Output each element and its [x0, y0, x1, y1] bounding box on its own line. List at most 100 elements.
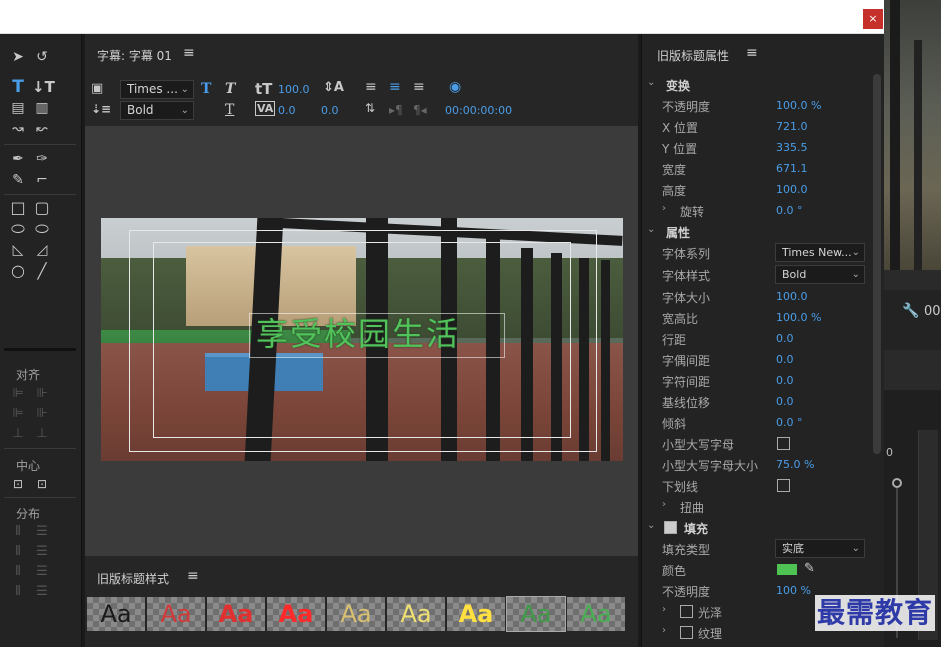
- rotation-value[interactable]: 0.0 °: [776, 204, 803, 217]
- prop-label: 宽度: [662, 163, 687, 177]
- chevron-down-icon: ⌄: [647, 77, 656, 88]
- rotation-tool-icon[interactable]: ↺: [32, 48, 52, 66]
- kerning-value[interactable]: 0.0: [278, 104, 296, 117]
- close-button[interactable]: ×: [863, 9, 883, 29]
- tab-alignment-icon[interactable]: ⇅: [365, 101, 375, 115]
- width-value[interactable]: 671.1: [776, 162, 808, 175]
- add-anchor-tool-icon[interactable]: ✎: [8, 171, 28, 189]
- fill-color-swatch[interactable]: [777, 564, 797, 575]
- aspect-value[interactable]: 100.0 %: [776, 311, 821, 324]
- texture-checkbox[interactable]: [680, 626, 693, 639]
- style-swatch[interactable]: Aa: [267, 597, 325, 631]
- ellipse-tool-icon[interactable]: ○: [8, 262, 28, 280]
- rounded-corner-tool-icon[interactable]: ⬭: [32, 220, 52, 238]
- font-size-value[interactable]: 100.0: [776, 290, 808, 303]
- align-left-text-icon[interactable]: ≡: [365, 79, 377, 95]
- background-photo-bar: [914, 40, 922, 270]
- clipped-rectangle-tool-icon[interactable]: ⬭: [8, 220, 28, 238]
- show-background-icon[interactable]: ◉: [449, 79, 461, 95]
- chevron-down-icon: ⌄: [180, 105, 189, 116]
- align-center-text-icon[interactable]: ≡: [389, 79, 401, 95]
- prop-label: 字体样式: [662, 269, 711, 283]
- canvas-area[interactable]: 享受校园生活: [85, 126, 638, 556]
- opacity-value[interactable]: 100.0 %: [776, 99, 821, 112]
- timecode-value[interactable]: 00:00:00:00: [445, 104, 512, 117]
- tab-stops-icon[interactable]: ⇣≡: [91, 102, 111, 116]
- bold-icon[interactable]: T: [201, 81, 211, 97]
- font-family-dropdown[interactable]: Times New... ⌄: [775, 243, 865, 262]
- wedge-tool-icon[interactable]: ◺: [8, 241, 28, 259]
- style-swatch[interactable]: Aa: [327, 597, 385, 631]
- sheen-checkbox[interactable]: [680, 605, 693, 618]
- small-caps-size-value[interactable]: 75.0 %: [776, 458, 814, 471]
- style-swatch[interactable]: Aa: [567, 597, 625, 631]
- prop-label: 行距: [662, 333, 687, 347]
- align-right-text-icon[interactable]: ≡: [413, 79, 425, 95]
- pen-tool-icon[interactable]: ✒: [8, 150, 28, 168]
- y-position-value[interactable]: 335.5: [776, 141, 808, 154]
- font-style-dropdown[interactable]: Bold ⌄: [775, 265, 865, 284]
- style-swatch-label: Aa: [580, 600, 612, 628]
- underline-checkbox[interactable]: [777, 479, 790, 492]
- font-style-select[interactable]: Bold ⌄: [120, 101, 194, 120]
- path-type-tool-icon[interactable]: ↝: [8, 120, 28, 138]
- rectangle-tool-icon[interactable]: □: [8, 199, 28, 217]
- style-swatch[interactable]: Aa: [207, 597, 265, 631]
- font-size-icon: tT: [255, 80, 273, 98]
- fill-opacity-value[interactable]: 100 %: [776, 584, 811, 597]
- center-horizontal-icon[interactable]: ⊡: [8, 475, 28, 493]
- distort-row[interactable]: › 扭曲: [642, 496, 872, 517]
- fill-checkbox[interactable]: [664, 521, 677, 534]
- line-tool-icon[interactable]: ╱: [32, 262, 52, 280]
- transform-section[interactable]: ⌄ 变换: [642, 74, 872, 95]
- style-swatch[interactable]: Aa: [387, 597, 445, 631]
- style-swatch[interactable]: Aa: [87, 597, 145, 631]
- caption-text[interactable]: 享受校园生活: [256, 316, 501, 352]
- vertical-area-type-tool-icon[interactable]: ▥: [32, 99, 52, 117]
- convert-anchor-tool-icon[interactable]: ⌐: [32, 171, 52, 189]
- kerning-value[interactable]: 0.0: [776, 353, 794, 366]
- aspect-row: 宽高比 100.0 %: [642, 307, 872, 328]
- styles-panel-title: 旧版标题样式: [97, 572, 170, 586]
- style-swatch[interactable]: Aa: [447, 597, 505, 631]
- font-size-value[interactable]: 100.0: [278, 83, 310, 96]
- wrench-icon[interactable]: 🔧: [902, 303, 919, 319]
- rotation-row[interactable]: › 旋转 0.0 °: [642, 200, 872, 221]
- vertical-path-type-tool-icon[interactable]: ↜: [32, 120, 52, 138]
- rounded-rectangle-tool-icon[interactable]: ▢: [32, 199, 52, 217]
- tracking-value[interactable]: 0.0: [321, 104, 339, 117]
- arc-tool-icon[interactable]: ◿: [32, 241, 52, 259]
- fill-type-dropdown[interactable]: 实底 ⌄: [775, 539, 865, 558]
- type-tool-icon[interactable]: T: [8, 78, 28, 96]
- tracking-value[interactable]: 0.0: [776, 374, 794, 387]
- leading-value[interactable]: 0.0: [776, 332, 794, 345]
- delete-anchor-tool-icon[interactable]: ✑: [32, 150, 52, 168]
- x-position-row: X 位置 721.0: [642, 116, 872, 137]
- height-row: 高度 100.0: [642, 179, 872, 200]
- area-type-tool-icon[interactable]: ▤: [8, 99, 28, 117]
- attributes-section[interactable]: ⌄ 属性: [642, 221, 872, 242]
- underline-icon[interactable]: T: [225, 102, 234, 118]
- center-vertical-icon[interactable]: ⊡: [32, 475, 52, 493]
- font-family-select[interactable]: Times ... ⌄: [120, 80, 194, 99]
- fill-section[interactable]: ⌄ 填充: [642, 517, 872, 538]
- small-caps-checkbox[interactable]: [777, 437, 790, 450]
- styles-menu-icon[interactable]: ≡: [187, 568, 199, 584]
- style-swatch-selected[interactable]: Aa: [506, 596, 566, 632]
- selection-tool-icon[interactable]: ➤: [8, 48, 28, 66]
- slant-value[interactable]: 0.0 °: [776, 416, 803, 429]
- prop-label: 字体大小: [662, 291, 711, 305]
- properties-menu-icon[interactable]: ≡: [746, 45, 758, 61]
- eyedropper-icon[interactable]: ✎: [804, 561, 815, 576]
- editor-menu-icon[interactable]: ≡: [183, 45, 195, 61]
- slider-knob[interactable]: [892, 478, 902, 488]
- x-position-value[interactable]: 721.0: [776, 120, 808, 133]
- properties-scrollbar[interactable]: [873, 74, 881, 454]
- vertical-type-tool-icon[interactable]: ↓T: [32, 78, 55, 96]
- film-strip-icon[interactable]: ▣: [91, 81, 103, 96]
- height-value[interactable]: 100.0: [776, 183, 808, 196]
- baseline-value[interactable]: 0.0: [776, 395, 794, 408]
- y-position-row: Y 位置 335.5: [642, 137, 872, 158]
- style-swatch[interactable]: Aa: [147, 597, 205, 631]
- italic-icon[interactable]: T: [225, 81, 235, 97]
